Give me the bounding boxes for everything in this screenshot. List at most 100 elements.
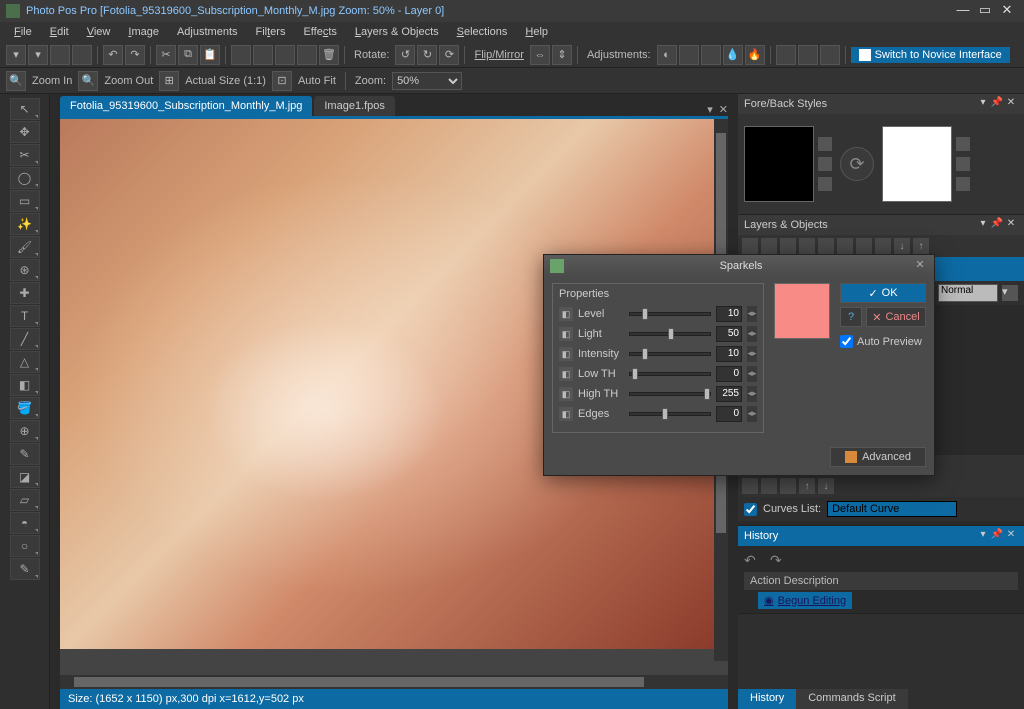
doc-tab-inactive[interactable]: Image1.fpos bbox=[314, 96, 395, 116]
menu-file[interactable]: File bbox=[6, 24, 40, 40]
layer-merge-icon[interactable] bbox=[856, 238, 872, 254]
prop-stepper[interactable]: ◂▸ bbox=[747, 346, 757, 362]
menu-edit[interactable]: Edit bbox=[42, 24, 77, 40]
levels-icon[interactable] bbox=[701, 45, 721, 65]
panel-pin-icon[interactable]: 📌 bbox=[990, 97, 1004, 111]
btab-commands[interactable]: Commands Script bbox=[796, 689, 907, 709]
adj1-icon[interactable] bbox=[776, 45, 796, 65]
cancel-button[interactable]: ✕Cancel bbox=[866, 307, 926, 327]
prop-stepper[interactable]: ◂▸ bbox=[747, 386, 757, 402]
brush-tool[interactable]: 🖌 bbox=[10, 236, 40, 258]
brush-icon[interactable] bbox=[297, 45, 317, 65]
back-opt3-icon[interactable] bbox=[956, 177, 970, 191]
autofit-icon[interactable]: ⊡ bbox=[272, 71, 292, 91]
advanced-button[interactable]: Advanced bbox=[830, 447, 926, 467]
prop-value[interactable]: 0 bbox=[716, 366, 742, 382]
auto-preview-row[interactable]: Auto Preview bbox=[840, 335, 926, 348]
curve-new-icon[interactable] bbox=[761, 478, 777, 494]
drop-icon[interactable]: 💧 bbox=[723, 45, 743, 65]
history-undo-icon[interactable]: ↶ bbox=[744, 552, 762, 566]
history-redo-icon[interactable]: ↷ bbox=[770, 552, 788, 566]
flip-h-icon[interactable]: ⇔ bbox=[530, 45, 550, 65]
frame-icon[interactable] bbox=[275, 45, 295, 65]
layer-fx-icon[interactable] bbox=[818, 238, 834, 254]
zoomout-label[interactable]: Zoom Out bbox=[104, 75, 153, 87]
menu-image[interactable]: Image bbox=[120, 24, 167, 40]
lasso-tool[interactable]: ◯ bbox=[10, 167, 40, 189]
draw-tool[interactable]: ✎ bbox=[10, 443, 40, 465]
back-swatch[interactable] bbox=[882, 126, 952, 202]
rotate-arb-icon[interactable]: ⟳ bbox=[439, 45, 459, 65]
tab-close-icon[interactable]: ✕ bbox=[719, 103, 728, 116]
doc-tab-active[interactable]: Fotolia_95319600_Subscription_Monthly_M.… bbox=[60, 96, 312, 116]
line-tool[interactable]: ╱ bbox=[10, 328, 40, 350]
clone-tool[interactable]: ⊛ bbox=[10, 259, 40, 281]
fore-opt3-icon[interactable] bbox=[818, 177, 832, 191]
save-icon[interactable] bbox=[50, 45, 70, 65]
minimize-button[interactable]: — bbox=[952, 2, 974, 20]
prop-slider[interactable] bbox=[629, 372, 711, 376]
close-button[interactable]: ✕ bbox=[996, 2, 1018, 20]
menu-selections[interactable]: Selections bbox=[449, 24, 516, 40]
autofit-label[interactable]: Auto Fit bbox=[298, 75, 336, 87]
curve-down-icon[interactable]: ↓ bbox=[818, 478, 834, 494]
layer-dup-icon[interactable] bbox=[761, 238, 777, 254]
dialog-close-icon[interactable]: ✕ bbox=[912, 258, 928, 274]
menu-adjustments[interactable]: Adjustments bbox=[169, 24, 246, 40]
menu-layers[interactable]: Layers & Objects bbox=[347, 24, 447, 40]
curve-save-icon[interactable] bbox=[742, 478, 758, 494]
rotate-ccw-icon[interactable]: ↺ bbox=[395, 45, 415, 65]
dodge-tool[interactable]: ○ bbox=[10, 535, 40, 557]
zoom-select[interactable]: 50% bbox=[392, 72, 462, 90]
wand-tool[interactable]: ✨ bbox=[10, 213, 40, 235]
curves-checkbox[interactable] bbox=[744, 503, 757, 516]
print-icon[interactable] bbox=[72, 45, 92, 65]
prop-slider[interactable] bbox=[629, 352, 711, 356]
history-item[interactable]: ◉ Begun Editing bbox=[758, 592, 852, 609]
contrast-icon[interactable]: ◐ bbox=[657, 45, 677, 65]
fore-swatch[interactable] bbox=[744, 126, 814, 202]
flame-icon[interactable]: 🔥 bbox=[745, 45, 765, 65]
paste-icon[interactable]: 📋 bbox=[200, 45, 220, 65]
tab-menu-icon[interactable]: ▾ bbox=[707, 103, 713, 116]
layers-menu-icon[interactable]: ▾ bbox=[976, 218, 990, 232]
adj2-icon[interactable] bbox=[798, 45, 818, 65]
actualsize-icon[interactable]: ⊞ bbox=[159, 71, 179, 91]
layer-folder-icon[interactable] bbox=[837, 238, 853, 254]
layer-new-icon[interactable] bbox=[742, 238, 758, 254]
fore-opt2-icon[interactable] bbox=[818, 157, 832, 171]
undo-icon[interactable]: ↶ bbox=[103, 45, 123, 65]
ok-button[interactable]: ✓OK bbox=[840, 283, 926, 303]
bucket-tool[interactable]: ◓ bbox=[10, 512, 40, 534]
marquee-tool[interactable]: ▭ bbox=[10, 190, 40, 212]
flip-label[interactable]: Flip/Mirror bbox=[474, 49, 524, 61]
auto-preview-checkbox[interactable] bbox=[840, 335, 853, 348]
history-close-icon[interactable]: ✕ bbox=[1004, 529, 1018, 543]
flip-v-icon[interactable]: ⇕ bbox=[552, 45, 572, 65]
maximize-button[interactable]: ▭ bbox=[974, 2, 996, 20]
prop-stepper[interactable]: ◂▸ bbox=[747, 406, 757, 422]
layers-pin-icon[interactable]: 📌 bbox=[990, 218, 1004, 232]
new-icon[interactable]: ▾ bbox=[6, 45, 26, 65]
open-icon[interactable]: ▾ bbox=[28, 45, 48, 65]
layer-up-icon[interactable]: ↑ bbox=[913, 238, 929, 254]
redo-icon[interactable]: ↷ bbox=[125, 45, 145, 65]
curve-del-icon[interactable] bbox=[780, 478, 796, 494]
heal-tool[interactable]: ✚ bbox=[10, 282, 40, 304]
history-menu-icon[interactable]: ▾ bbox=[976, 529, 990, 543]
actual-label[interactable]: Actual Size (1:1) bbox=[185, 75, 266, 87]
prop-stepper[interactable]: ◂▸ bbox=[747, 326, 757, 342]
back-opt1-icon[interactable] bbox=[956, 137, 970, 151]
curves-list-value[interactable]: Default Curve bbox=[827, 501, 957, 517]
pointer-tool[interactable]: ↖ bbox=[10, 98, 40, 120]
color-preview[interactable] bbox=[774, 283, 830, 339]
menu-filters[interactable]: Filters bbox=[248, 24, 294, 40]
panel-close-icon[interactable]: ✕ bbox=[1004, 97, 1018, 111]
zoomin-label[interactable]: Zoom In bbox=[32, 75, 72, 87]
menu-help[interactable]: Help bbox=[517, 24, 556, 40]
fore-opt1-icon[interactable] bbox=[818, 137, 832, 151]
crop-tool[interactable]: ✂ bbox=[10, 144, 40, 166]
prop-value[interactable]: 50 bbox=[716, 326, 742, 342]
prop-value[interactable]: 0 bbox=[716, 406, 742, 422]
prop-slider[interactable] bbox=[629, 312, 711, 316]
